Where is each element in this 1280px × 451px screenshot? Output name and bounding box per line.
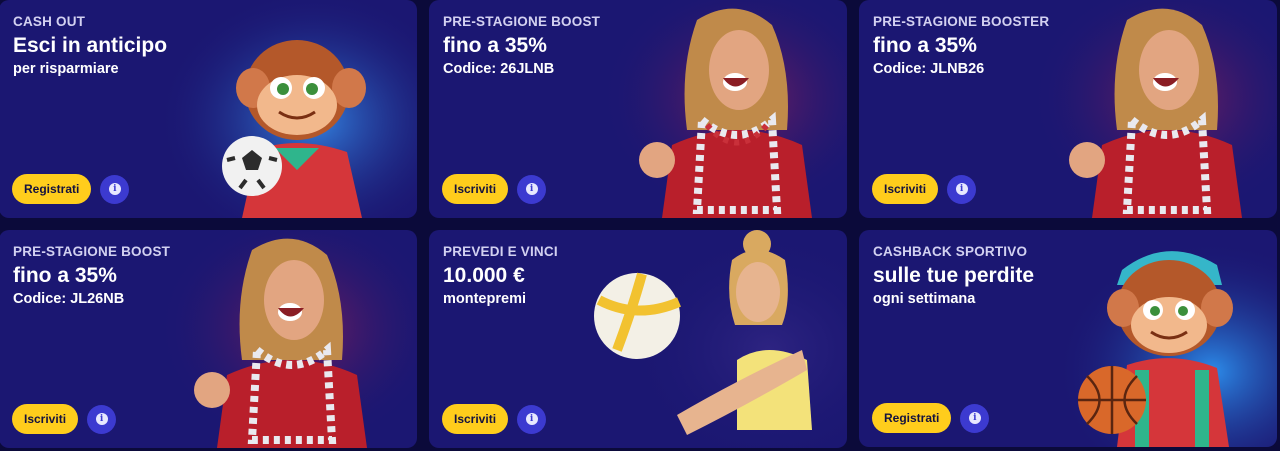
promo-kicker: PREVEDI E VINCI	[443, 244, 558, 259]
promo-actions: Iscriviti i	[12, 404, 117, 434]
promo-subtitle: Codice: JLNB26	[873, 61, 985, 77]
info-icon: i	[108, 183, 121, 195]
promo-headline: fino a 35%	[443, 34, 547, 57]
promo-subtitle: Codice: JL26NB	[13, 291, 125, 307]
promo-grid: CASH OUT Esci in anticipo per risparmiar…	[0, 0, 1280, 451]
promo-headline: 10.000 €	[443, 264, 525, 287]
register-button[interactable]: Registrati	[872, 403, 952, 433]
promo-subtitle: ogni settimana	[873, 291, 976, 307]
info-button[interactable]: i	[517, 404, 547, 434]
promo-headline: Esci in anticipo	[13, 34, 168, 57]
info-button[interactable]: i	[87, 404, 117, 434]
promo-text: PREVEDI E VINCI 10.000 € montepremi	[443, 244, 653, 308]
promo-card-preseason-booster[interactable]: PRE-STAGIONE BOOSTER fino a 35% Codice: …	[859, 0, 1277, 218]
promo-card-cash-out[interactable]: CASH OUT Esci in anticipo per risparmiar…	[0, 0, 417, 218]
signup-button[interactable]: Iscriviti	[872, 174, 939, 204]
promo-text: CASH OUT Esci in anticipo per risparmiar…	[13, 14, 223, 78]
promo-subtitle: Codice: 26JLNB	[443, 61, 555, 77]
promo-actions: Registrati i	[872, 403, 990, 433]
promo-text: PRE-STAGIONE BOOSTER fino a 35% Codice: …	[873, 14, 1083, 78]
register-button[interactable]: Registrati	[12, 174, 92, 204]
promo-text: PRE-STAGIONE BOOST fino a 35% Codice: JL…	[13, 244, 223, 308]
promo-subtitle: montepremi	[443, 291, 526, 307]
info-icon: i	[968, 412, 981, 424]
info-button[interactable]: i	[517, 174, 547, 204]
promo-actions: Iscriviti i	[872, 174, 977, 204]
promo-card-cashback[interactable]: CASHBACK SPORTIVO sulle tue perdite ogni…	[859, 230, 1277, 447]
promo-kicker: CASHBACK SPORTIVO	[873, 244, 1028, 259]
promo-kicker: PRE-STAGIONE BOOST	[13, 244, 171, 259]
signup-button[interactable]: Iscriviti	[12, 404, 79, 434]
info-icon: i	[525, 413, 538, 425]
promo-actions: Registrati i	[12, 174, 130, 204]
info-icon: i	[955, 183, 968, 195]
promo-card-preseason-boost[interactable]: PRE-STAGIONE BOOST fino a 35% Codice: 26…	[429, 0, 847, 218]
promo-text: CASHBACK SPORTIVO sulle tue perdite ogni…	[873, 244, 1083, 308]
promo-card-preseason-boost-2[interactable]: PRE-STAGIONE BOOST fino a 35% Codice: JL…	[0, 230, 417, 448]
promo-headline: sulle tue perdite	[873, 264, 1035, 287]
promo-card-predict-win[interactable]: PREVEDI E VINCI 10.000 € montepremi Iscr…	[429, 230, 847, 448]
signup-button[interactable]: Iscriviti	[442, 404, 509, 434]
promo-kicker: CASH OUT	[13, 14, 86, 29]
promo-kicker: PRE-STAGIONE BOOST	[443, 14, 601, 29]
info-button[interactable]: i	[947, 174, 977, 204]
promo-actions: Iscriviti i	[442, 404, 547, 434]
promo-subtitle: per risparmiare	[13, 61, 119, 77]
promo-text: PRE-STAGIONE BOOST fino a 35% Codice: 26…	[443, 14, 653, 78]
promo-actions: Iscriviti i	[442, 174, 547, 204]
info-button[interactable]: i	[960, 403, 990, 433]
info-icon: i	[95, 413, 108, 425]
info-button[interactable]: i	[100, 174, 130, 204]
promo-kicker: PRE-STAGIONE BOOSTER	[873, 14, 1050, 29]
info-icon: i	[525, 183, 538, 195]
promo-headline: fino a 35%	[13, 264, 117, 287]
promo-headline: fino a 35%	[873, 34, 977, 57]
signup-button[interactable]: Iscriviti	[442, 174, 509, 204]
